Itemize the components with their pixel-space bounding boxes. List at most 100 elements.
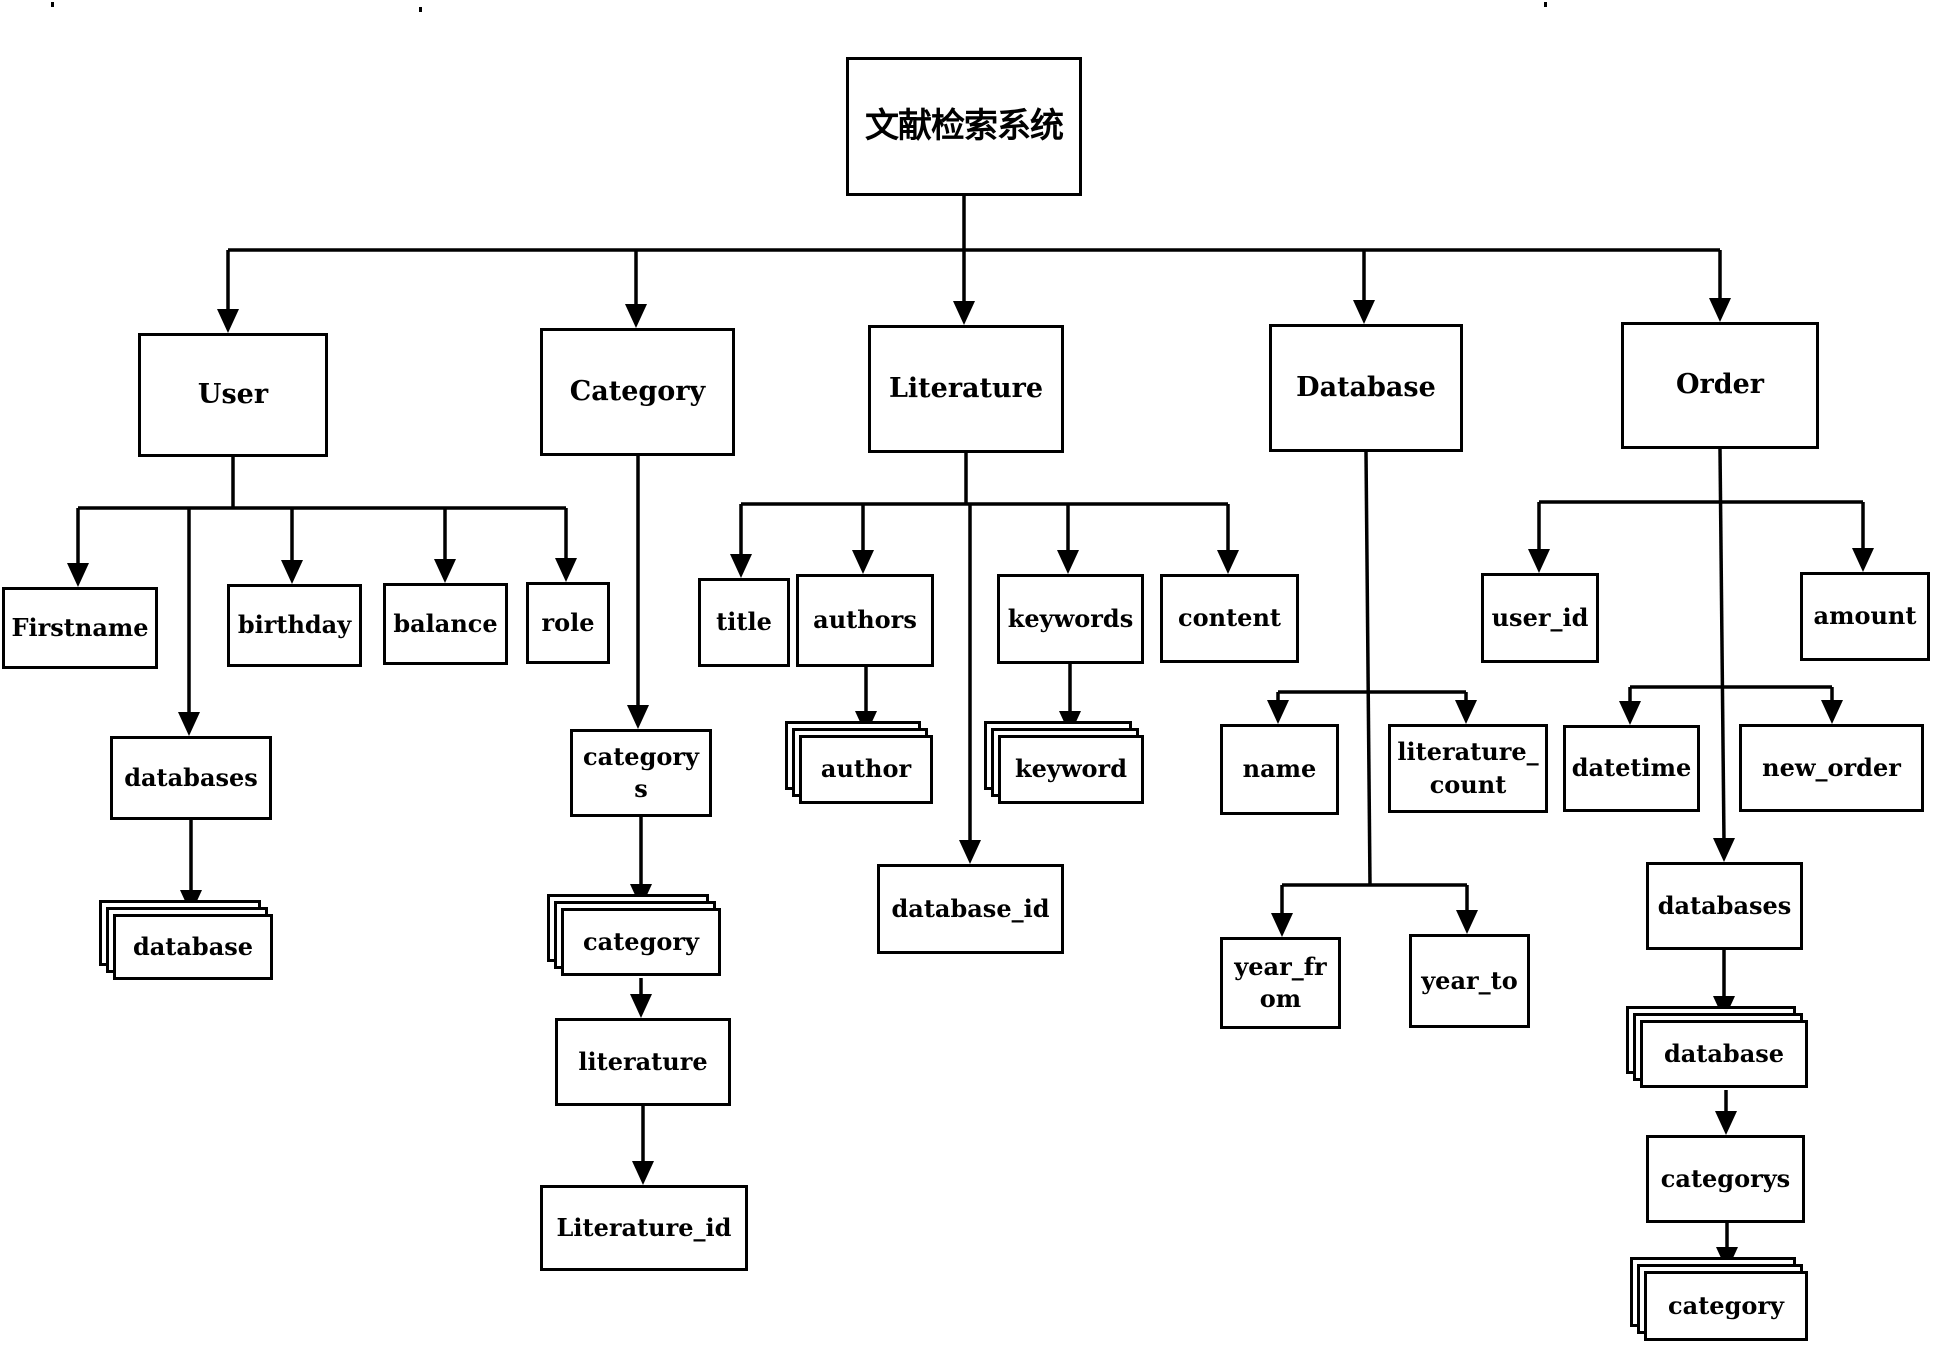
entity-order[interactable]: Order xyxy=(1621,322,1819,449)
stack-front: database xyxy=(1640,1020,1808,1088)
arrowhead-icon xyxy=(217,309,239,333)
arrowhead-icon xyxy=(953,301,975,325)
field-label: database xyxy=(1663,1038,1785,1068)
field-label: year_to xyxy=(1421,965,1518,995)
field-label: categorys xyxy=(1660,1163,1791,1193)
entity-category[interactable]: Category xyxy=(540,328,735,456)
field-database-name[interactable]: name xyxy=(1220,724,1339,815)
arrowhead-icon xyxy=(1528,549,1550,573)
field-label: balance xyxy=(393,608,498,638)
arrowhead-icon xyxy=(434,559,456,583)
root-node-literature-retrieval-system[interactable]: 文献检索系统 xyxy=(846,57,1082,196)
collection-order-category[interactable]: category xyxy=(1630,1257,1810,1343)
arrowhead-icon xyxy=(555,558,577,582)
entity-database[interactable]: Database xyxy=(1269,324,1463,452)
field-order-amount[interactable]: amount xyxy=(1800,572,1930,661)
stack-front: author xyxy=(799,735,933,804)
stack-front: database xyxy=(113,914,273,980)
collection-order-database[interactable]: database xyxy=(1626,1006,1810,1090)
connector-line xyxy=(1718,448,1726,843)
field-label: year_from xyxy=(1234,951,1327,1013)
field-label: keywords xyxy=(1007,603,1134,633)
field-label: user_id xyxy=(1491,602,1589,632)
field-database-literature-count[interactable]: literature_count xyxy=(1388,724,1548,813)
field-literature-authors[interactable]: authors xyxy=(796,574,934,667)
field-label: authors xyxy=(813,605,917,635)
field-label: category xyxy=(583,926,699,956)
field-label: Literature_id xyxy=(556,1212,732,1242)
field-label: literature xyxy=(578,1046,708,1076)
arrowhead-icon xyxy=(630,994,652,1018)
field-category-literature-id[interactable]: Literature_id xyxy=(540,1185,748,1271)
field-label: new_order xyxy=(1762,752,1901,782)
field-category-literature[interactable]: literature xyxy=(555,1018,731,1106)
field-label: keyword xyxy=(1015,754,1127,784)
field-label: content xyxy=(1178,603,1281,633)
scan-speck xyxy=(51,2,54,7)
field-literature-keywords[interactable]: keywords xyxy=(997,574,1144,664)
arrowhead-icon xyxy=(1715,1111,1737,1135)
collection-user-database[interactable]: database xyxy=(99,900,273,982)
entity-literature-label: Literature xyxy=(888,372,1044,404)
arrowhead-icon xyxy=(1057,550,1079,574)
entity-order-label: Order xyxy=(1675,369,1765,401)
arrowhead-icon xyxy=(1271,913,1293,937)
scan-speck xyxy=(419,7,422,12)
field-order-new-order[interactable]: new_order xyxy=(1739,724,1924,812)
field-label: birthday xyxy=(237,610,352,640)
field-user-balance[interactable]: balance xyxy=(383,583,508,665)
arrowhead-icon xyxy=(730,554,752,578)
arrowhead-icon xyxy=(281,560,303,584)
field-label: title xyxy=(716,607,772,637)
field-label: literature_count xyxy=(1397,737,1539,799)
arrowhead-icon xyxy=(1619,701,1641,725)
field-order-databases[interactable]: databases xyxy=(1646,862,1803,950)
arrowhead-icon xyxy=(1353,300,1375,324)
arrowhead-icon xyxy=(852,550,874,574)
field-database-year-to[interactable]: year_to xyxy=(1409,934,1530,1028)
entity-category-label: Category xyxy=(569,375,706,407)
field-user-role[interactable]: role xyxy=(526,582,610,664)
entity-user[interactable]: User xyxy=(138,333,328,457)
scan-speck xyxy=(1544,2,1547,7)
field-label: categorys xyxy=(583,741,699,803)
connector-layer xyxy=(67,196,1874,1271)
field-order-categorys[interactable]: categorys xyxy=(1646,1135,1805,1223)
field-label: category xyxy=(1668,1290,1784,1320)
arrowhead-icon xyxy=(632,1161,654,1185)
arrowhead-icon xyxy=(1713,838,1735,862)
entity-user-label: User xyxy=(197,378,269,410)
field-label: name xyxy=(1242,754,1317,784)
field-category-categorys[interactable]: categorys xyxy=(570,729,712,817)
field-user-birthday[interactable]: birthday xyxy=(227,584,362,667)
field-label: database_id xyxy=(891,893,1050,923)
arrowhead-icon xyxy=(1267,700,1289,724)
collection-literature-keyword[interactable]: keyword xyxy=(984,721,1146,806)
collection-literature-author[interactable]: author xyxy=(785,721,935,806)
field-order-datetime[interactable]: datetime xyxy=(1563,725,1700,812)
field-label: role xyxy=(541,607,595,637)
field-label: Firstname xyxy=(11,612,149,642)
collection-category-category[interactable]: category xyxy=(547,894,723,978)
entity-literature[interactable]: Literature xyxy=(868,325,1064,453)
arrowhead-icon xyxy=(1821,700,1843,724)
arrowhead-icon xyxy=(1455,700,1477,724)
field-literature-title[interactable]: title xyxy=(698,578,790,667)
field-label: author xyxy=(820,754,912,784)
field-user-databases[interactable]: databases xyxy=(110,736,272,820)
stack-front: category xyxy=(561,908,721,976)
field-database-year-from[interactable]: year_from xyxy=(1220,937,1341,1029)
field-user-firstname[interactable]: Firstname xyxy=(2,587,158,669)
arrowhead-icon xyxy=(627,705,649,729)
arrowhead-icon xyxy=(1709,298,1731,322)
arrowhead-icon xyxy=(625,304,647,328)
field-label: datetime xyxy=(1571,753,1692,783)
field-order-user-id[interactable]: user_id xyxy=(1481,573,1599,663)
field-literature-content[interactable]: content xyxy=(1160,574,1299,663)
root-label: 文献检索系统 xyxy=(865,105,1064,146)
arrowhead-icon xyxy=(959,840,981,864)
field-literature-database-id[interactable]: database_id xyxy=(877,864,1064,954)
arrowhead-icon xyxy=(1217,550,1239,574)
stack-front: category xyxy=(1644,1271,1808,1341)
stack-front: keyword xyxy=(998,735,1144,804)
